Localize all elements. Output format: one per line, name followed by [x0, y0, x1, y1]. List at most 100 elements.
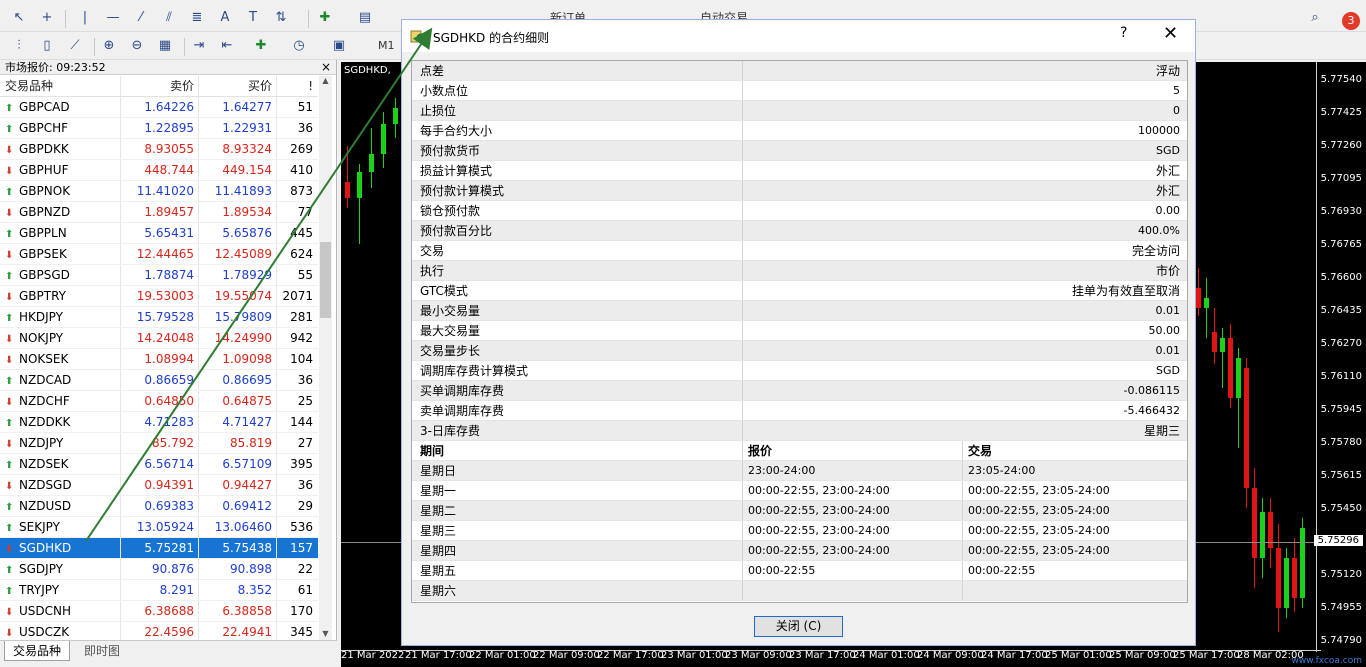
fibonacci-icon[interactable]: ≣ [188, 8, 206, 28]
candle-body [1260, 512, 1265, 558]
candlestick-icon[interactable]: ▯ [38, 36, 56, 56]
symbol-name: GBPNZD [19, 205, 71, 219]
property-row: 每手合约大小 100000 [412, 121, 1187, 141]
property-key: 交易 [412, 241, 743, 260]
table-row[interactable]: ⬆ GBPCAD 1.64226 1.64277 51 [0, 97, 318, 118]
table-row[interactable]: ⬇ NOKJPY 14.24048 14.24990 942 [0, 328, 318, 349]
table-row[interactable]: ⬇ USDCZK 22.4596 22.4941 345 [0, 622, 318, 640]
bid-cell: 90.876 [121, 559, 199, 579]
session-row: 星期四 00:00-22:55, 23:00-24:00 00:00-22:55, … [412, 541, 1187, 561]
table-row[interactable]: ⬇ GBPTRY 19.53003 19.55074 2071 [0, 286, 318, 307]
ask-cell: 6.38858 [199, 601, 277, 621]
property-row: 卖单调期库存费 -5.466432 [412, 401, 1187, 421]
symbol-cell: ⬆ GBPSGD [0, 265, 121, 285]
table-row[interactable]: ⬇ GBPNZD 1.89457 1.89534 77 [0, 202, 318, 223]
arrow-up-icon: ⬆ [5, 187, 14, 198]
vertical-line-icon[interactable]: | [76, 8, 94, 28]
property-row: 止损位 0 [412, 101, 1187, 121]
search-icon[interactable]: ⌕ [1306, 8, 1324, 28]
spread-cell: 36 [297, 121, 313, 135]
scroll-up-icon[interactable]: ▲ [319, 76, 332, 89]
symbol-cell: ⬆ GBPNOK [0, 181, 121, 201]
trendline-icon[interactable]: ⁄ [132, 8, 150, 28]
column-header-bid[interactable]: 卖价 [121, 76, 199, 96]
column-header-symbol[interactable]: 交易品种 [0, 76, 121, 96]
close-icon[interactable]: × [321, 60, 331, 75]
table-row[interactable]: ⬇ NZDJPY 85.792 85.819 27 [0, 433, 318, 454]
table-row[interactable]: ⬇ NZDCHF 0.64850 0.64875 25 [0, 391, 318, 412]
bid-cell: 5.65431 [121, 223, 199, 243]
property-row: 预付款计算模式 外汇 [412, 181, 1187, 201]
table-row[interactable]: ⬇ USDCNH 6.38688 6.38858 170 [0, 601, 318, 622]
sessions-header: 期间 报价 交易 [412, 441, 1187, 461]
bid-cell: 1.89457 [121, 202, 199, 222]
table-row[interactable]: ⬆ TRYJPY 8.291 8.352 61 [0, 580, 318, 601]
label-tool-icon[interactable]: T [244, 8, 262, 28]
table-row[interactable]: ⬇ NOKSEK 1.08994 1.09098 104 [0, 349, 318, 370]
time-label: 23 Mar 01:00 [661, 650, 728, 661]
property-key: 最小交易量 [412, 301, 743, 320]
templates-icon[interactable]: ▣ [330, 36, 348, 56]
indicators-icon[interactable]: ✚ [252, 36, 270, 56]
column-header-ask[interactable]: 买价 [199, 76, 277, 96]
profiles-icon[interactable]: ▤ [356, 8, 374, 28]
table-row[interactable]: ⬆ NZDSEK 6.56714 6.57109 395 [0, 454, 318, 475]
session-row: 星期日 23:00-24:00 23:05-24:00 [412, 461, 1187, 481]
horizontal-line-icon[interactable]: — [104, 8, 122, 28]
table-row[interactable]: ⬆ GBPSGD 1.78874 1.78929 55 [0, 265, 318, 286]
table-row[interactable]: ⬆ GBPNOK 11.41020 11.41893 873 [0, 181, 318, 202]
sessions-header-day: 期间 [412, 441, 743, 460]
zoom-out-icon[interactable]: ⊖ [128, 36, 146, 56]
line-chart-icon[interactable]: ⟋ [66, 36, 84, 56]
property-row: 执行 市价 [412, 261, 1187, 281]
symbol-name: NZDDKK [19, 415, 71, 429]
candle-body [1284, 558, 1289, 608]
time-label: 23 Mar 09:00 [725, 650, 792, 661]
close-button[interactable]: 关闭 (C) [754, 616, 843, 637]
close-icon[interactable]: ✕ [1163, 23, 1178, 44]
periods-icon[interactable]: ◷ [290, 36, 308, 56]
timeframe-m1-button[interactable]: M1 [378, 36, 395, 56]
bar-chart-icon[interactable]: ⫶ [10, 36, 28, 56]
table-row[interactable]: ⬆ SGDJPY 90.876 90.898 22 [0, 559, 318, 580]
table-row[interactable]: ⬇ GBPHUF 448.744 449.154 410 [0, 160, 318, 181]
symbol-name: NOKSEK [19, 352, 69, 366]
auto-scroll-icon[interactable]: ⇥ [190, 36, 208, 56]
notification-badge[interactable]: 3 [1342, 12, 1360, 30]
table-row[interactable]: ⬇ SGDHKD 5.75281 5.75438 157 [0, 538, 318, 559]
help-icon[interactable]: ? [1120, 25, 1127, 41]
price-label: 5.75120 [1320, 569, 1362, 580]
table-row[interactable]: ⬆ GBPCHF 1.22895 1.22931 36 [0, 118, 318, 139]
table-row[interactable]: ⬆ SEKJPY 13.05924 13.06460 536 [0, 517, 318, 538]
table-row[interactable]: ⬆ NZDDKK 4.71283 4.71427 144 [0, 412, 318, 433]
crosshair-icon[interactable]: + [38, 8, 56, 28]
table-row[interactable]: ⬇ GBPDKK 8.93055 8.93324 269 [0, 139, 318, 160]
price-label: 5.76435 [1320, 305, 1362, 316]
spread-cell: 2071 [282, 289, 313, 303]
time-label: 25 Mar 01:00 [1045, 650, 1112, 661]
vertical-scrollbar[interactable]: ▲ ▼ [319, 76, 332, 642]
chart-shift-icon[interactable]: ⇤ [218, 36, 236, 56]
table-row[interactable]: ⬆ NZDUSD 0.69383 0.69412 29 [0, 496, 318, 517]
scrollbar-thumb[interactable] [320, 242, 331, 318]
session-trade: 00:00-22:55, 23:05-24:00 [968, 524, 1110, 537]
text-tool-icon[interactable]: A [216, 8, 234, 28]
table-row[interactable]: ⬆ HKDJPY 15.79528 15.79809 281 [0, 307, 318, 328]
zoom-in-icon[interactable]: ⊕ [100, 36, 118, 56]
tile-windows-icon[interactable]: ▦ [156, 36, 174, 56]
new-chart-icon[interactable]: ✚ [316, 8, 334, 28]
table-row[interactable]: ⬇ GBPSEK 12.44465 12.45089 624 [0, 244, 318, 265]
candle [1252, 468, 1257, 588]
arrows-tool-icon[interactable]: ⇅ [272, 8, 290, 28]
column-header-spread[interactable]: ! [277, 76, 317, 96]
tab-tick-chart[interactable]: 即时图 [76, 641, 128, 661]
bid-cell: 1.64226 [121, 97, 199, 117]
table-row[interactable]: ⬆ GBPPLN 5.65431 5.65876 445 [0, 223, 318, 244]
bid-cell: 0.64850 [121, 391, 199, 411]
cursor-icon[interactable]: ↖ [10, 8, 28, 28]
table-row[interactable]: ⬆ NZDCAD 0.86659 0.86695 36 [0, 370, 318, 391]
price-label: 5.75945 [1320, 404, 1362, 415]
table-row[interactable]: ⬇ NZDSGD 0.94391 0.94427 36 [0, 475, 318, 496]
tab-symbols[interactable]: 交易品种 [4, 641, 71, 661]
channel-icon[interactable]: ⫽ [160, 8, 178, 28]
